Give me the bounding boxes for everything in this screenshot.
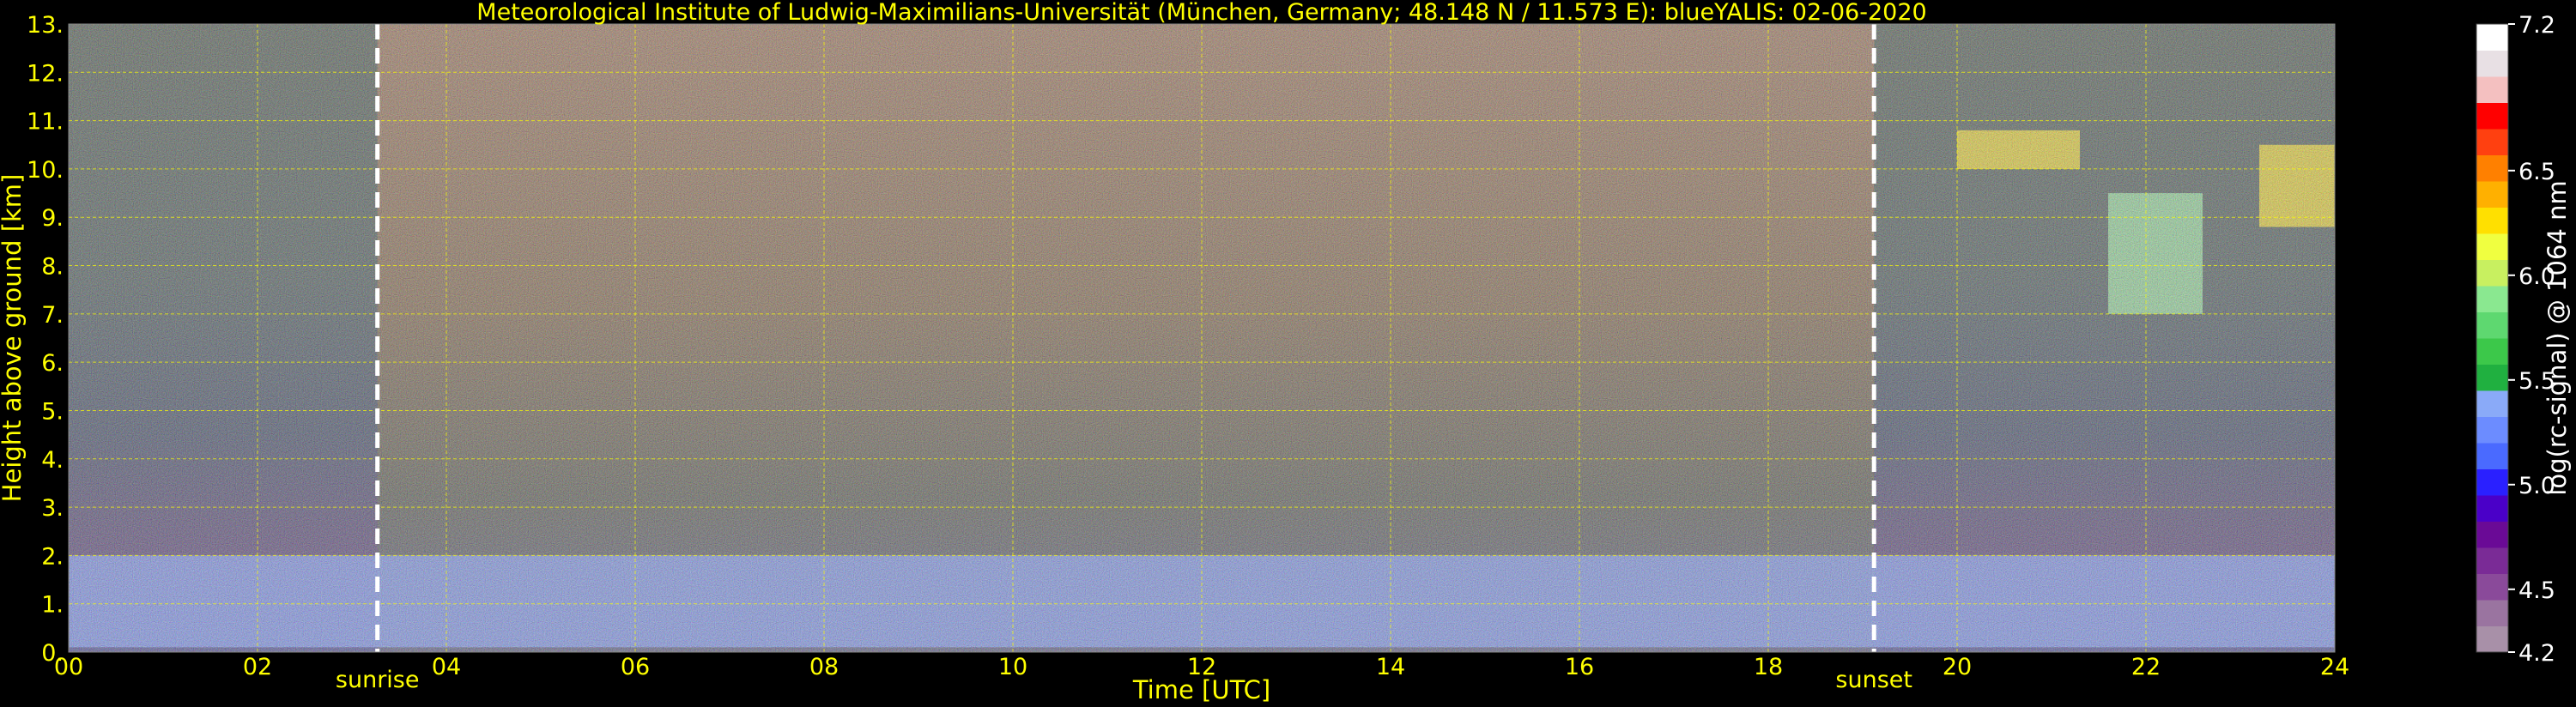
x-axis-label: Time [UTC] <box>1132 675 1270 704</box>
colorbar-swatch <box>2476 600 2508 626</box>
colorbar: 4.24.55.05.56.06.57.2 log(rc-signal) @ 1… <box>2476 12 2572 667</box>
colorbar-swatch <box>2476 50 2508 77</box>
colorbar-swatch <box>2476 233 2508 260</box>
colorbar-swatch <box>2476 207 2508 234</box>
colorbar-swatch <box>2476 259 2508 287</box>
colorbar-tick-label: 4.2 <box>2518 640 2555 667</box>
x-tick-label: 14 <box>1376 654 1405 680</box>
colorbar-swatch <box>2476 521 2508 548</box>
colorbar-swatch <box>2476 547 2508 574</box>
x-tick-label: 16 <box>1565 654 1594 680</box>
colorbar-tick-label: 7.2 <box>2518 12 2555 39</box>
plot-area <box>68 23 2336 653</box>
y-tick-label: 1. <box>41 592 64 619</box>
y-tick-label: 4. <box>41 447 64 474</box>
x-tick-label: 24 <box>2320 654 2349 680</box>
y-tick-label: 3. <box>41 495 64 522</box>
y-tick-label: 6. <box>41 350 64 377</box>
x-tick-label: 18 <box>1754 654 1783 680</box>
y-tick-label: 2. <box>41 543 64 570</box>
y-tick-label: 8. <box>41 254 64 281</box>
colorbar-swatch <box>2476 311 2508 339</box>
y-tick-label: 10. <box>27 157 64 184</box>
y-tick-label: 9. <box>41 205 64 232</box>
colorbar-swatch <box>2476 390 2508 417</box>
colorbar-swatch <box>2476 625 2508 653</box>
colorbar-swatch <box>2476 495 2508 522</box>
y-tick-label: 5. <box>41 398 64 425</box>
chart-title: Meteorological Institute of Ludwig-Maxim… <box>476 0 1926 26</box>
x-tick-label: 02 <box>243 654 272 680</box>
colorbar-swatch <box>2476 338 2508 365</box>
x-tick-label: 06 <box>621 654 650 680</box>
sunrise-label: sunrise <box>336 667 420 693</box>
y-tick-label: 13. <box>27 12 64 39</box>
y-tick-label: 12. <box>27 60 64 87</box>
lidar-chart: Meteorological Institute of Ludwig-Maxim… <box>0 0 2572 704</box>
x-tick-label: 20 <box>1943 654 1972 680</box>
colorbar-swatch <box>2476 364 2508 391</box>
colorbar-swatch <box>2476 286 2508 312</box>
colorbar-swatch <box>2476 24 2508 51</box>
colorbar-swatch <box>2476 443 2508 469</box>
y-axis-label: Height above ground [km] <box>0 174 27 503</box>
colorbar-swatch <box>2476 181 2508 208</box>
colorbar-swatch <box>2476 129 2508 155</box>
y-tick-label: 7. <box>41 302 64 329</box>
colorbar-tick-label: 4.5 <box>2518 577 2555 604</box>
colorbar-swatch <box>2476 573 2508 601</box>
colorbar-swatch <box>2476 102 2508 130</box>
colorbar-swatch <box>2476 416 2508 444</box>
y-tick-label: 11. <box>27 109 64 136</box>
sunset-label: sunset <box>1835 667 1912 693</box>
y-tick-label: 0. <box>41 640 64 667</box>
colorbar-swatch <box>2476 468 2508 496</box>
x-tick-label: 08 <box>809 654 839 680</box>
colorbar-label: log(rc-signal) @ 1064 nm <box>2543 180 2572 495</box>
colorbar-swatch <box>2476 154 2508 182</box>
x-tick-label: 04 <box>432 654 461 680</box>
x-tick-label: 22 <box>2131 654 2161 680</box>
colorbar-swatch <box>2476 76 2508 103</box>
x-tick-label: 10 <box>998 654 1027 680</box>
